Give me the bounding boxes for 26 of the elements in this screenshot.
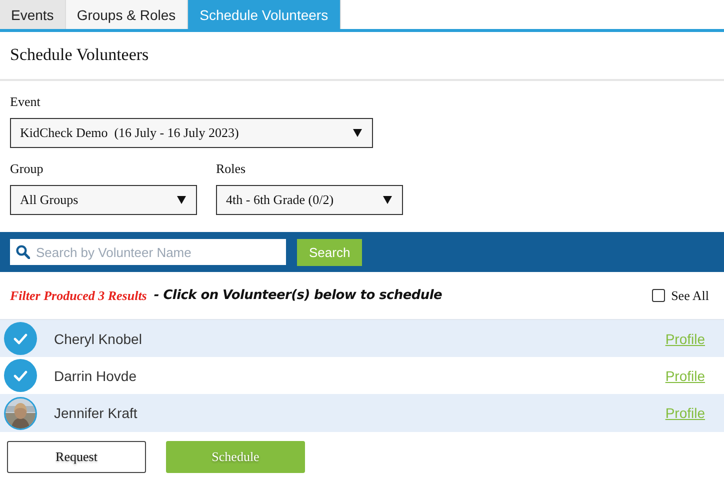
checkbox[interactable] bbox=[652, 289, 666, 302]
checkbox-label: See All bbox=[671, 288, 709, 304]
search-field[interactable]: Search by Volunteer Name bbox=[10, 239, 286, 265]
dropdown[interactable]: 4th - 6th Grade (0/2) bbox=[216, 185, 403, 215]
volunteer-row[interactable]: Jennifer Kraft Profile bbox=[0, 394, 724, 432]
volunteer-row[interactable]: Cheryl Knobel Profile bbox=[0, 320, 724, 357]
dropdown[interactable]: KidCheck Demo (16 July - 16 July 2023) bbox=[10, 118, 373, 148]
check-circle-icon bbox=[4, 322, 37, 355]
volunteer-name: Darrin Hovde bbox=[54, 368, 136, 384]
field-label: Roles bbox=[216, 161, 246, 177]
action-button[interactable]: Request bbox=[7, 441, 146, 473]
check-circle-icon bbox=[4, 359, 37, 392]
dropdown-arrow-icon bbox=[353, 129, 362, 137]
dropdown[interactable]: All Groups bbox=[10, 185, 197, 215]
instruction-text: - Click on Volunteer(s) below to schedule bbox=[154, 288, 442, 303]
field-label: Group bbox=[10, 161, 44, 177]
result-count: Filter Produced 3 Results bbox=[10, 288, 147, 304]
tab[interactable]: Events bbox=[0, 0, 66, 29]
volunteer-name: Cheryl Knobel bbox=[54, 330, 142, 346]
dropdown-arrow-icon bbox=[383, 196, 392, 204]
tab[interactable]: Groups & Roles bbox=[66, 0, 188, 29]
dropdown-arrow-icon bbox=[177, 196, 186, 204]
search-icon bbox=[16, 245, 30, 259]
volunteer-name: Jennifer Kraft bbox=[54, 405, 138, 421]
field-label: Event bbox=[10, 94, 40, 110]
page-title: Schedule Volunteers bbox=[10, 45, 150, 65]
